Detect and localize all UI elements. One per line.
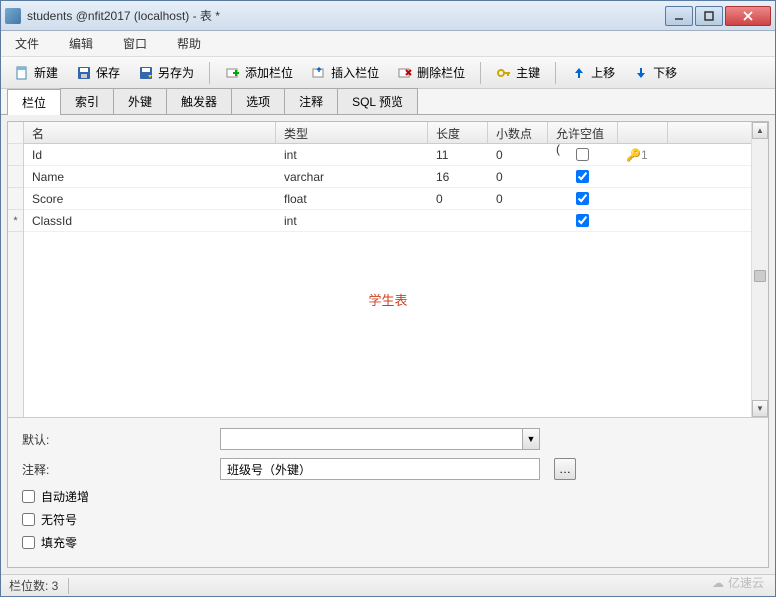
col-header-length[interactable]: 长度 <box>428 122 488 143</box>
grid-header: 名 类型 长度 小数点 允许空值 ( <box>24 122 751 144</box>
close-button[interactable] <box>725 6 771 26</box>
primary-key-button[interactable]: 主键 <box>489 61 547 84</box>
table-row[interactable]: ClassId int <box>24 210 751 232</box>
new-button[interactable]: 新建 <box>7 61 65 84</box>
field-count-status: 栏位数: 3 <box>9 577 58 594</box>
ellipsis-button[interactable]: … <box>554 458 576 480</box>
delete-field-icon <box>397 65 413 81</box>
saveas-icon <box>138 65 154 81</box>
arrow-down-icon <box>633 65 649 81</box>
zerofill-checkbox[interactable] <box>22 536 35 549</box>
content: * 名 类型 长度 小数点 允许空值 ( Id int 11 0 🔑1 <box>7 121 769 568</box>
arrow-up-icon <box>571 65 587 81</box>
save-button[interactable]: 保存 <box>69 61 127 84</box>
save-icon <box>76 65 92 81</box>
move-up-button[interactable]: 上移 <box>564 61 622 84</box>
menu-help[interactable]: 帮助 <box>171 33 207 54</box>
col-header-allow-null[interactable]: 允许空值 ( <box>548 122 618 143</box>
allow-null-checkbox[interactable] <box>576 214 589 227</box>
scroll-down-button[interactable]: ▼ <box>752 400 768 417</box>
app-window: students @nfit2017 (localhost) - 表 * 文件 … <box>0 0 776 597</box>
comment-input[interactable] <box>220 458 540 480</box>
toolbar: 新建 保存 另存为 添加栏位 插入栏位 删除栏位 主键 上移 下移 <box>1 57 775 89</box>
row-marker[interactable]: * <box>8 210 23 232</box>
comment-label: 注释: <box>22 461 212 478</box>
auto-increment-checkbox[interactable] <box>22 490 35 503</box>
table-row[interactable]: Score float 0 0 <box>24 188 751 210</box>
toolbar-separator <box>209 62 210 84</box>
menu-window[interactable]: 窗口 <box>117 33 153 54</box>
window-controls <box>665 6 771 26</box>
tab-foreign-keys[interactable]: 外键 <box>113 88 167 114</box>
maximize-button[interactable] <box>695 6 723 26</box>
allow-null-checkbox[interactable] <box>576 148 589 161</box>
cloud-icon: ☁ <box>712 576 724 590</box>
default-combo[interactable]: ▼ <box>220 428 540 450</box>
menu-edit[interactable]: 编辑 <box>63 33 99 54</box>
scroll-up-button[interactable]: ▲ <box>752 122 768 139</box>
menubar: 文件 编辑 窗口 帮助 <box>1 31 775 57</box>
dropdown-button[interactable]: ▼ <box>522 428 540 450</box>
scroll-thumb[interactable] <box>754 270 766 282</box>
field-properties: 默认: ▼ 注释: … 自动递增 无符号 填充零 <box>8 417 768 567</box>
vertical-scrollbar[interactable]: ▲ ▼ <box>751 122 768 417</box>
insert-field-icon <box>311 65 327 81</box>
auto-increment-label: 自动递增 <box>41 488 89 505</box>
fields-grid-wrap: * 名 类型 长度 小数点 允许空值 ( Id int 11 0 🔑1 <box>8 122 768 417</box>
zerofill-label: 填充零 <box>41 534 77 551</box>
insert-field-button[interactable]: 插入栏位 <box>304 61 386 84</box>
row-header-gutter: * <box>8 122 24 417</box>
allow-null-checkbox[interactable] <box>576 170 589 183</box>
toolbar-separator <box>480 62 481 84</box>
menu-file[interactable]: 文件 <box>9 33 45 54</box>
default-label: 默认: <box>22 431 212 448</box>
col-header-type[interactable]: 类型 <box>276 122 428 143</box>
status-separator <box>68 578 69 594</box>
fields-grid: 名 类型 长度 小数点 允许空值 ( Id int 11 0 🔑1 Name <box>24 122 751 417</box>
window-title: students @nfit2017 (localhost) - 表 * <box>27 7 665 24</box>
col-header-key[interactable] <box>618 122 668 143</box>
toolbar-separator <box>555 62 556 84</box>
key-icon <box>496 65 512 81</box>
tab-fields[interactable]: 栏位 <box>7 89 61 115</box>
titlebar: students @nfit2017 (localhost) - 表 * <box>1 1 775 31</box>
add-field-icon <box>225 65 241 81</box>
unsigned-label: 无符号 <box>41 511 77 528</box>
tab-comment[interactable]: 注释 <box>284 88 338 114</box>
tabs: 栏位 索引 外键 触发器 选项 注释 SQL 预览 <box>1 89 775 115</box>
default-input[interactable] <box>220 428 522 450</box>
row-marker[interactable] <box>8 144 23 166</box>
minimize-button[interactable] <box>665 6 693 26</box>
table-row[interactable]: Id int 11 0 🔑1 <box>24 144 751 166</box>
add-field-button[interactable]: 添加栏位 <box>218 61 300 84</box>
unsigned-checkbox[interactable] <box>22 513 35 526</box>
brand-watermark: ☁亿速云 <box>712 574 764 591</box>
app-icon <box>5 8 21 24</box>
delete-field-button[interactable]: 删除栏位 <box>390 61 472 84</box>
row-marker[interactable] <box>8 166 23 188</box>
statusbar: 栏位数: 3 <box>1 574 775 596</box>
tab-sql-preview[interactable]: SQL 预览 <box>337 88 418 114</box>
primary-key-indicator[interactable]: 🔑1 <box>618 144 668 165</box>
watermark-label: 学生表 <box>8 290 768 309</box>
tab-options[interactable]: 选项 <box>231 88 285 114</box>
allow-null-checkbox[interactable] <box>576 192 589 205</box>
table-row[interactable]: Name varchar 16 0 <box>24 166 751 188</box>
tab-triggers[interactable]: 触发器 <box>166 88 232 114</box>
move-down-button[interactable]: 下移 <box>626 61 684 84</box>
col-header-decimals[interactable]: 小数点 <box>488 122 548 143</box>
row-marker[interactable] <box>8 188 23 210</box>
tab-indexes[interactable]: 索引 <box>60 88 114 114</box>
new-icon <box>14 65 30 81</box>
col-header-name[interactable]: 名 <box>24 122 276 143</box>
saveas-button[interactable]: 另存为 <box>131 61 201 84</box>
